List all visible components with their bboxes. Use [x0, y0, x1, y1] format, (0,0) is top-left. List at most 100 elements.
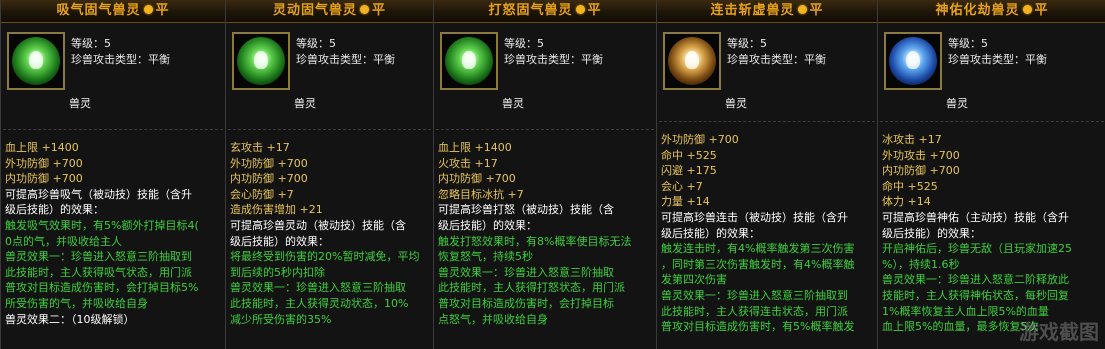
category-label: 兽灵 [725, 97, 747, 110]
panel-title: 灵动固气兽灵平 [226, 0, 433, 23]
spirit-icon [440, 32, 498, 90]
stat-line: 外功防御 +700 [661, 133, 739, 146]
category-label: 兽灵 [69, 97, 91, 110]
panel-header: 等级：5 珍兽攻击类型：平衡 [434, 23, 656, 93]
effect-line: 普攻对目标造成伤害时，会打掉目标 [438, 296, 614, 310]
effect-line: 此技能时，主人获得打怒状态，用门派 [438, 281, 625, 295]
spirit-orb-icon [889, 37, 937, 85]
tooltip-panel: 神佑化劫兽灵平等级：5 珍兽攻击类型：平衡 兽灵 冰攻击 +17 外功攻击 +700 内功… [877, 0, 1105, 349]
effect-line: 此技能时，主人获得灵动状态，10% [230, 296, 409, 310]
effect-line: 兽灵效果一：珍兽进入怒意三阶抽取 [438, 265, 614, 279]
effect-line: 点怒气，并吸收给自身 [438, 312, 548, 326]
quality-label: 平 [1034, 3, 1049, 18]
spirit-orb-icon [12, 37, 60, 85]
stat-line: 外功攻击 +700 [882, 148, 960, 162]
quality-label: 平 [155, 3, 170, 18]
spirit-icon [663, 32, 721, 90]
stat-line: 会心 +7 [661, 179, 703, 193]
stat-line: 内功防御 +700 [5, 172, 83, 186]
effect-line: 减少所受伤害的35% [230, 312, 332, 326]
effect-line: 所受伤害的气，并吸收给自身 [5, 296, 148, 310]
description-line: 可提高珍兽打怒（被动技）技能（含 [438, 203, 614, 217]
panel-title: 神佑化劫兽灵平 [878, 0, 1105, 23]
quality-dot-icon [1022, 5, 1032, 14]
tooltip-panel: 连击斩虚兽灵平等级：5 珍兽攻击类型：平衡 兽灵 外功防御 +700 命中 +525 闪避… [656, 0, 878, 349]
panel-title: 打怒固气兽灵平 [434, 0, 656, 23]
stat-line: 命中 +525 [882, 179, 938, 193]
attack-type-text: 珍兽攻击类型：平衡 [504, 53, 603, 66]
effect-line: 发第四次伤害 [661, 273, 727, 287]
divider [659, 121, 875, 122]
stat-line: 冰攻击 +17 [882, 133, 942, 146]
effect-line: 将最终受到伤害的20%暂时减免，平均 [230, 250, 420, 264]
panel-title-text: 神佑化劫兽灵 [935, 3, 1020, 18]
stat-line: 闪避 +175 [661, 164, 717, 178]
quality-label: 平 [587, 3, 602, 18]
category-label: 兽灵 [946, 97, 968, 110]
spirit-orb-icon [237, 37, 285, 85]
quality-label: 平 [372, 3, 387, 18]
description-line: 级后技能）的效果： [230, 234, 329, 248]
divider [3, 129, 223, 130]
quality-dot-icon [143, 5, 153, 14]
panel-title-text: 打怒固气兽灵 [488, 3, 573, 18]
effect-line: 兽灵效果一：珍兽进入怒意三阶抽取到 [661, 288, 848, 302]
tooltip-panel: 灵动固气兽灵平等级：5 珍兽攻击类型：平衡 兽灵 玄攻击 +17 外功防御 +700 内功… [225, 0, 434, 349]
effect-line: ，同时第三次伤害触发时，有4%概率触 [661, 257, 855, 271]
divider [228, 129, 431, 130]
panel-header: 等级：5 珍兽攻击类型：平衡 [1, 23, 225, 93]
attribute-list: 外功防御 +700 命中 +525 闪避 +175 会心 +7 力量 +14 可提高珍兽连… [657, 132, 877, 335]
description-line: 可提高珍兽连击（被动技）技能（含升 [661, 210, 848, 224]
level-text: 等级：5 [504, 37, 544, 50]
panel-header: 等级：5 珍兽攻击类型：平衡 [878, 23, 1105, 93]
description-line: 兽灵效果二：（10级解锁） [5, 312, 135, 326]
panel-title-text: 连击斩虚兽灵 [710, 3, 795, 18]
stat-line: 血上限 +1400 [5, 141, 79, 154]
attribute-list: 血上限 +1400 火攻击 +17 内功防御 +700 忽略目标冰抗 +7 可提高珍兽打… [434, 140, 656, 327]
quality-dot-icon [797, 5, 807, 14]
effect-line: 技能时，主人获得神佑状态，每秒回复 [882, 288, 1069, 302]
effect-line: 此技能时，主人获得吸气状态，用门派 [5, 265, 192, 279]
attribute-list: 血上限 +1400 外功防御 +700 内功防御 +700 可提高珍兽吸气（被动技）技… [1, 140, 225, 327]
spirit-orb-icon [668, 37, 716, 85]
level-text: 等级：5 [727, 37, 767, 50]
tooltip-panel: 打怒固气兽灵平等级：5 珍兽攻击类型：平衡 兽灵血上限 +1400 火攻击 +17 内功… [433, 0, 657, 349]
stat-line: 外功防御 +700 [230, 156, 308, 170]
quality-dot-icon [575, 5, 585, 14]
panel-header: 等级：5 珍兽攻击类型：平衡 [226, 23, 433, 93]
stat-line: 血上限 +1400 [438, 141, 512, 154]
effect-line: 到后续的5秒内扣除 [230, 265, 325, 279]
stat-line: 内功防御 +700 [882, 164, 960, 178]
level-text: 等级：5 [71, 37, 111, 50]
stat-line: 火攻击 +17 [438, 156, 498, 170]
description-line: 级后技能）的效果： [438, 218, 537, 232]
effect-line: 兽灵效果一：珍兽进入怒意三阶抽取 [230, 281, 406, 295]
watermark: 游戏截图 [1019, 320, 1099, 344]
description-line: 可提高珍兽灵动（被动技）技能（含 [230, 218, 406, 232]
effect-line: 恢复怒气，持续5秒 [438, 250, 533, 264]
spirit-icon [884, 32, 942, 90]
divider [436, 129, 654, 130]
effect-line: 0点的气，并吸收给主人 [5, 234, 122, 248]
divider [880, 121, 1104, 122]
attribute-list: 玄攻击 +17 外功防御 +700 内功防御 +700 会心防御 +7 造成伤害增加 +… [226, 140, 433, 327]
stat-line: 外功防御 +700 [5, 156, 83, 170]
stat-line: 玄攻击 +17 [230, 141, 290, 154]
category-label: 兽灵 [502, 97, 524, 110]
effect-line: 普攻对目标造成伤害时，会打掉目标5% [5, 281, 199, 295]
stat-line: 内功防御 +700 [438, 172, 516, 186]
description-line: 级后技能）的效果： [882, 226, 981, 240]
description-line: 可提高珍兽神佑（主动技）技能（含升 [882, 210, 1069, 224]
effect-line: 触发吸气效果时，有5%额外打掉目标4( [5, 218, 199, 232]
panel-title-text: 吸气固气兽灵 [56, 3, 141, 18]
attack-type-text: 珍兽攻击类型：平衡 [296, 53, 395, 66]
tooltip-panel: 吸气固气兽灵平等级：5 珍兽攻击类型：平衡兽灵血上限 +1400 外功防御 +700… [0, 0, 226, 349]
attack-type-text: 珍兽攻击类型：平衡 [727, 53, 826, 66]
description-line: 可提高珍兽吸气（被动技）技能（含升 [5, 187, 192, 201]
description-line: 级后技能）的效果： [661, 226, 760, 240]
stat-line: 体力 +14 [882, 195, 931, 209]
effect-line: 兽灵效果一：珍兽进入怒意三阶抽取到 [5, 250, 192, 264]
quality-dot-icon [360, 5, 369, 14]
stat-line: 造成伤害增加 +21 [230, 203, 323, 217]
attack-type-text: 珍兽攻击类型：平衡 [948, 53, 1047, 66]
